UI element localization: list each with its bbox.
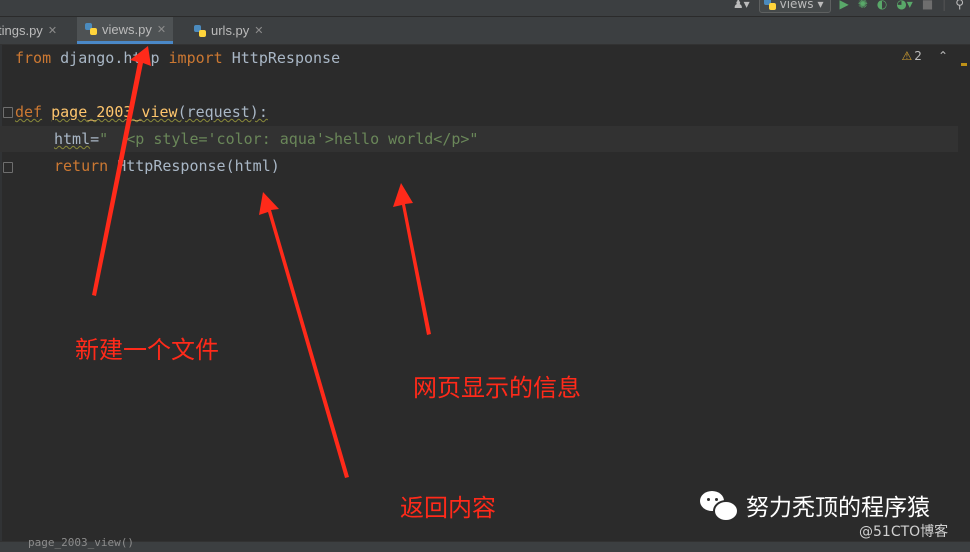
breadcrumb[interactable]: page_2003_view() bbox=[28, 536, 134, 549]
profile-icon[interactable]: ◕▾ bbox=[896, 0, 913, 13]
run-icon[interactable]: ▶ bbox=[840, 0, 849, 13]
code-line-4[interactable]: html=" <p style='color: aqua'>hello worl… bbox=[54, 126, 478, 153]
warning-icon: ⚠ bbox=[901, 49, 913, 63]
toolbar-actions: ♟▾ views ▾ ▶ ✺ ◐ ◕▾ ■ | ⚲ bbox=[724, 0, 970, 13]
function-params: (request): bbox=[177, 103, 268, 121]
toolbar-divider: | bbox=[942, 0, 947, 11]
fold-marker-icon[interactable] bbox=[3, 162, 13, 173]
keyword: return bbox=[54, 157, 109, 175]
debug-icon[interactable]: ✺ bbox=[858, 0, 868, 13]
fold-marker-icon[interactable] bbox=[3, 107, 13, 118]
close-icon[interactable]: ✕ bbox=[254, 24, 263, 37]
chevron-down-icon: ▾ bbox=[817, 0, 824, 11]
editor-tab-bar: tings.py ✕ views.py ✕ urls.py ✕ bbox=[0, 17, 970, 45]
watermark-account: 努力秃顶的程序猿 bbox=[746, 495, 930, 521]
status-bar: page_2003_view() bbox=[0, 536, 970, 552]
stop-icon[interactable]: ■ bbox=[922, 0, 933, 13]
tab-views-py[interactable]: views.py ✕ bbox=[77, 17, 174, 44]
editor-scrollbar[interactable] bbox=[958, 45, 970, 541]
string-literal: " <p style='color: aqua'>hello world</p>… bbox=[99, 130, 479, 148]
tab-settings-py[interactable]: tings.py ✕ bbox=[0, 17, 63, 44]
tab-label: urls.py bbox=[211, 23, 250, 38]
tab-urls-py[interactable]: urls.py ✕ bbox=[186, 17, 272, 44]
watermark: 努力秃顶的程序猿 bbox=[700, 488, 930, 522]
code-line-1[interactable]: from django.http import HttpResponse bbox=[15, 45, 340, 72]
run-config-label: views bbox=[779, 0, 814, 11]
import-name: HttpResponse bbox=[222, 49, 341, 67]
python-file-icon bbox=[85, 23, 97, 35]
warning-count: 2 bbox=[914, 49, 922, 63]
keyword: def bbox=[15, 103, 43, 121]
tab-label: tings.py bbox=[0, 23, 43, 38]
python-file-icon bbox=[763, 0, 776, 10]
keyword: from bbox=[15, 49, 52, 67]
warning-marker[interactable] bbox=[961, 63, 967, 66]
watermark-credit: @51CTO博客 bbox=[859, 524, 949, 540]
tab-label: views.py bbox=[102, 21, 152, 37]
gutter bbox=[0, 45, 2, 541]
close-icon[interactable]: ✕ bbox=[157, 23, 166, 36]
user-icon[interactable]: ♟▾ bbox=[733, 0, 750, 13]
return-expression: HttpResponse(html) bbox=[108, 157, 280, 175]
keyword: import bbox=[168, 49, 223, 67]
wechat-icon bbox=[700, 489, 739, 522]
top-toolbar: ♟▾ views ▾ ▶ ✺ ◐ ◕▾ ■ | ⚲ bbox=[0, 0, 970, 17]
variable-name: html bbox=[54, 130, 91, 148]
annotation-return-content: 返回内容 bbox=[400, 494, 496, 522]
code-line-3[interactable]: def page_2003_view(request): bbox=[15, 99, 268, 126]
python-file-icon bbox=[194, 24, 206, 37]
chevron-up-icon[interactable]: ⌃ bbox=[938, 49, 948, 63]
run-configuration-select[interactable]: views ▾ bbox=[758, 0, 831, 13]
inspection-widget[interactable]: ⚠ 2 ⌃ bbox=[902, 49, 948, 63]
annotation-new-file: 新建一个文件 bbox=[75, 336, 219, 364]
code-editor[interactable]: from django.http import HttpResponse def… bbox=[0, 45, 970, 541]
assign-operator: = bbox=[90, 130, 100, 148]
coverage-icon[interactable]: ◐ bbox=[877, 0, 887, 13]
module-name: django.http bbox=[51, 49, 169, 67]
code-line-5[interactable]: return HttpResponse(html) bbox=[54, 153, 280, 180]
function-name: page_2003_view bbox=[51, 103, 178, 121]
close-icon[interactable]: ✕ bbox=[48, 24, 57, 37]
search-icon[interactable]: ⚲ bbox=[955, 0, 964, 13]
annotation-page-info: 网页显示的信息 bbox=[413, 374, 581, 402]
